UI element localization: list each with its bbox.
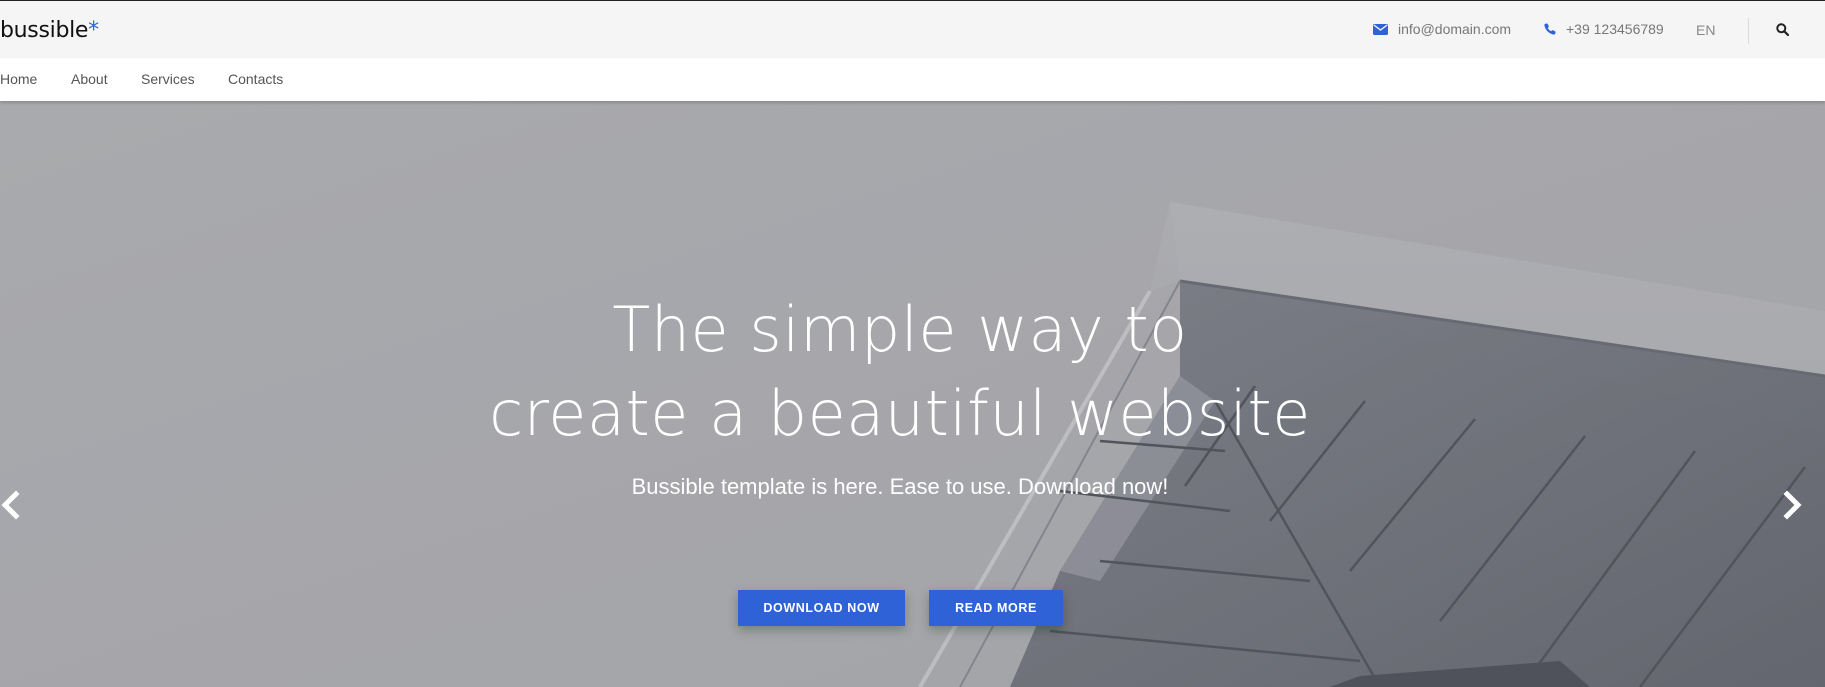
language-selector[interactable]: EN — [1696, 22, 1715, 38]
slider-next-button[interactable] — [1783, 490, 1803, 525]
nav-item-services[interactable]: Services — [141, 71, 195, 87]
brand-name: bussible — [0, 18, 89, 43]
chevron-left-icon — [1, 490, 20, 520]
nav-item-home[interactable]: Home — [0, 71, 37, 87]
hero-subline: Bussible template is here. Ease to use. … — [631, 474, 1169, 499]
hero-headline: The simple way to create a beautiful web… — [0, 288, 1800, 456]
brand-mark: * — [88, 18, 99, 43]
slider-prev-button[interactable] — [0, 490, 20, 525]
chevron-right-icon — [1783, 490, 1802, 520]
hero-headline-line-2: create a beautiful website — [489, 377, 1311, 450]
envelope-icon — [1373, 23, 1388, 35]
read-more-button[interactable]: READ MORE — [929, 590, 1063, 626]
brand-logo[interactable]: bussible* — [0, 18, 99, 43]
download-now-button[interactable]: DOWNLOAD NOW — [738, 590, 905, 626]
hero-slider: The simple way to create a beautiful web… — [0, 101, 1825, 687]
main-nav: Home About Services Contacts — [0, 58, 1825, 101]
phone-text: +39 123456789 — [1566, 21, 1664, 37]
hero-headline-line-1: The simple way to — [612, 293, 1188, 366]
nav-item-about[interactable]: About — [71, 71, 108, 87]
top-bar: bussible* info@domain.com +39 123456789 … — [0, 0, 1825, 58]
contact-email[interactable]: info@domain.com — [1373, 21, 1511, 37]
contact-phone[interactable]: +39 123456789 — [1544, 21, 1664, 37]
nav-item-contacts[interactable]: Contacts — [228, 71, 283, 87]
search-icon — [1776, 23, 1790, 37]
search-button[interactable] — [1776, 23, 1790, 41]
phone-icon — [1544, 23, 1556, 35]
email-text: info@domain.com — [1398, 21, 1512, 37]
divider — [1748, 18, 1749, 44]
